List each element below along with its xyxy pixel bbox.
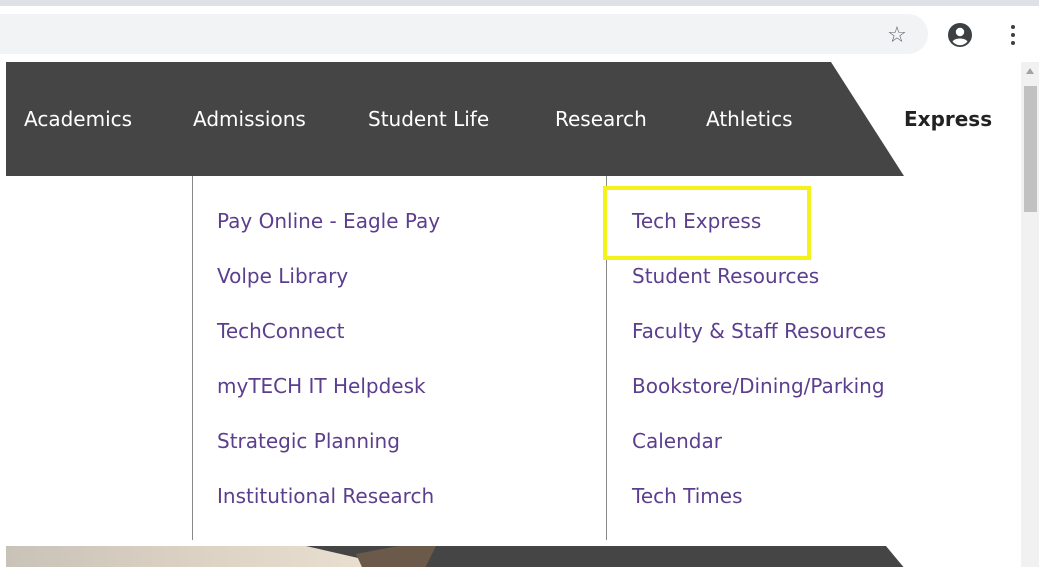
browser-toolbar: ☆	[0, 6, 1039, 62]
link-institutional-research[interactable]: Institutional Research	[217, 484, 434, 508]
link-pay-online[interactable]: Pay Online - Eagle Pay	[217, 209, 440, 233]
link-strategic-planning[interactable]: Strategic Planning	[217, 429, 400, 453]
nav-item-student-life[interactable]: Student Life	[368, 62, 489, 176]
address-bar[interactable]	[0, 14, 928, 54]
scroll-up-arrow-icon[interactable]	[1026, 68, 1034, 74]
nav-item-express[interactable]: Express	[904, 62, 992, 176]
link-tech-times[interactable]: Tech Times	[632, 484, 743, 508]
link-mytech-helpdesk[interactable]: myTECH IT Helpdesk	[217, 374, 426, 398]
web-page: Academics Admissions Student Life Resear…	[6, 62, 1021, 567]
link-bookstore-dining-parking[interactable]: Bookstore/Dining/Parking	[632, 374, 885, 398]
nav-item-admissions[interactable]: Admissions	[193, 62, 306, 176]
scroll-thumb[interactable]	[1024, 86, 1037, 212]
more-vertical-icon[interactable]	[1004, 22, 1022, 48]
link-techconnect[interactable]: TechConnect	[217, 319, 345, 343]
link-volpe-library[interactable]: Volpe Library	[217, 264, 348, 288]
link-faculty-staff-resources[interactable]: Faculty & Staff Resources	[632, 319, 886, 343]
hero-banner-image	[6, 546, 1021, 567]
nav-item-research[interactable]: Research	[555, 62, 647, 176]
nav-item-athletics[interactable]: Athletics	[706, 62, 793, 176]
column-divider-left	[192, 176, 193, 540]
vertical-scrollbar[interactable]	[1021, 62, 1039, 567]
link-student-resources[interactable]: Student Resources	[632, 264, 819, 288]
highlight-box	[603, 186, 811, 260]
nav-item-academics[interactable]: Academics	[24, 62, 132, 176]
nav-background	[6, 62, 904, 176]
bookmark-star-icon[interactable]: ☆	[884, 22, 910, 48]
account-circle-icon[interactable]	[947, 22, 973, 48]
main-navigation: Academics Admissions Student Life Resear…	[6, 62, 1021, 176]
link-calendar[interactable]: Calendar	[632, 429, 722, 453]
